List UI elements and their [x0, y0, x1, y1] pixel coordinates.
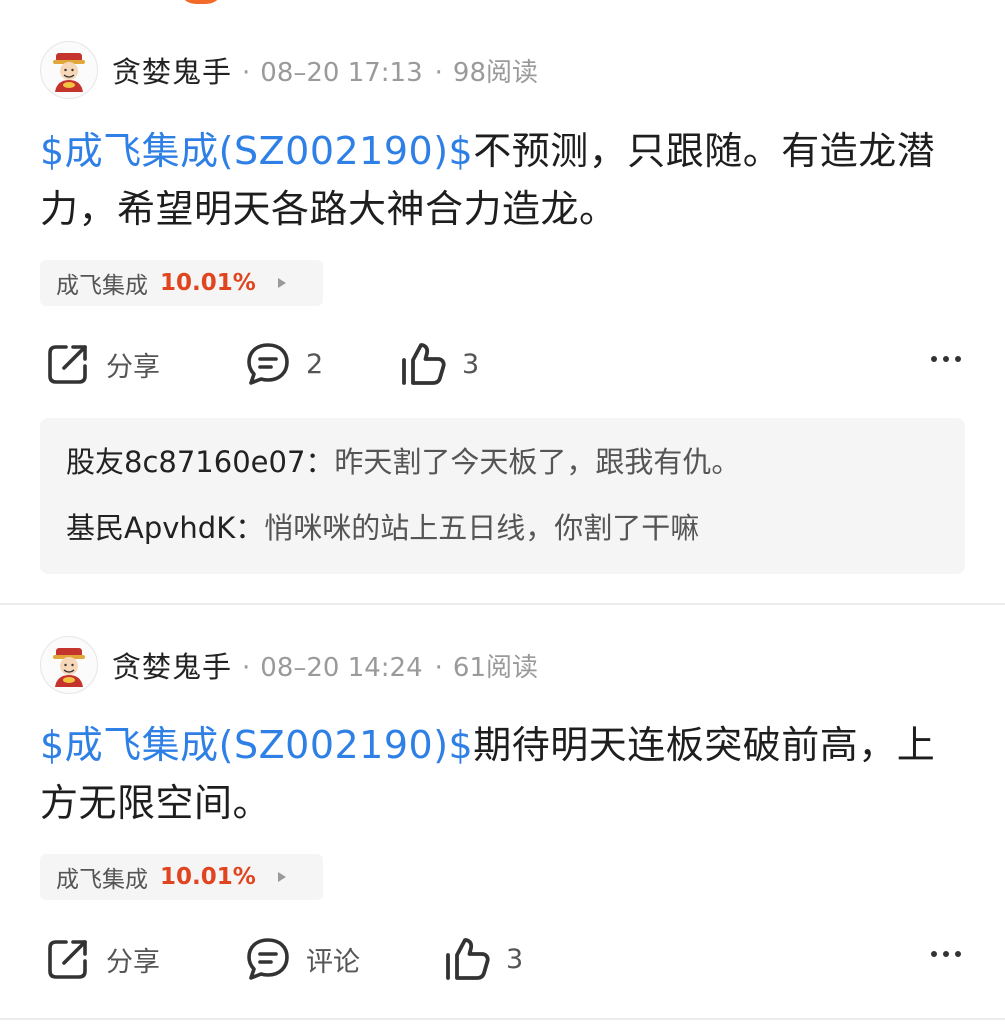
reply-user[interactable]: 基民ApvhdK： — [66, 511, 264, 545]
post-header: 贪婪鬼手 · 08–20 14:24 · 61阅读 — [40, 635, 538, 695]
share-button[interactable]: 分享 — [44, 931, 160, 987]
post-item: 贪婪鬼手 · 08–20 14:24 · 61阅读 $成飞集成(SZ002190)$期… — [0, 605, 1005, 1024]
like-count: 3 — [506, 943, 524, 975]
reply-item[interactable]: 股友8c87160e07：昨天割了今天板了，跟我有仇。 — [66, 440, 939, 484]
comment-button[interactable]: 评论 — [244, 931, 360, 987]
like-button[interactable]: 3 — [444, 931, 523, 987]
comment-label: 评论 — [306, 946, 360, 978]
reply-user[interactable]: 股友8c87160e07： — [66, 445, 334, 479]
read-count: 61阅读 — [452, 652, 539, 683]
comment-icon — [247, 938, 289, 980]
read-count: 98阅读 — [452, 57, 539, 88]
thumbs-up-icon — [446, 938, 490, 980]
more-icon[interactable] — [931, 356, 961, 362]
post-actions: 分享 评论 3 — [0, 931, 1005, 987]
stock-tag[interactable]: 成飞集成 10.01% — [40, 260, 323, 306]
like-button[interactable]: 3 — [400, 336, 479, 392]
post-actions: 分享 2 3 — [0, 336, 1005, 392]
stock-tag-name: 成飞集成 — [56, 867, 148, 893]
caishen-avatar-icon — [53, 648, 85, 687]
reply-preview[interactable]: 股友8c87160e07：昨天割了今天板了，跟我有仇。 基民ApvhdK：悄咪咪… — [40, 418, 965, 574]
stock-link[interactable]: $成飞集成(SZ002190)$ — [40, 129, 473, 173]
more-icon[interactable] — [931, 951, 961, 957]
stock-link[interactable]: $成飞集成(SZ002190)$ — [40, 723, 473, 767]
comment-button[interactable]: 2 — [244, 336, 323, 392]
share-button[interactable]: 分享 — [44, 336, 160, 392]
author-avatar[interactable] — [40, 636, 98, 694]
comment-icon — [247, 343, 289, 385]
share-label: 分享 — [106, 946, 160, 978]
post-divider — [0, 1018, 1005, 1020]
post-item: 贪婪鬼手 · 08–20 17:13 · 98阅读 $成飞集成(SZ002190)$不… — [0, 0, 1005, 600]
play-arrow-icon — [277, 872, 286, 882]
caishen-avatar-icon — [53, 53, 85, 92]
author-name[interactable]: 贪婪鬼手 — [112, 644, 232, 686]
post-meta: · 08–20 14:24 · 61阅读 — [242, 652, 539, 683]
play-arrow-icon — [277, 278, 286, 288]
reply-item[interactable]: 基民ApvhdK：悄咪咪的站上五日线，你割了干嘛 — [66, 506, 939, 550]
comment-count: 2 — [306, 348, 324, 380]
reply-text: 悄咪咪的站上五日线，你割了干嘛 — [264, 511, 700, 545]
stock-tag-change: 10.01% — [160, 864, 256, 890]
post-content[interactable]: $成飞集成(SZ002190)$不预测，只跟随。有造龙潜力，希望明天各路大神合力… — [40, 122, 970, 238]
share-icon — [48, 940, 87, 979]
stock-tag-name: 成飞集成 — [56, 273, 148, 299]
post-date: 08–20 14:24 — [260, 652, 423, 683]
author-avatar[interactable] — [40, 41, 98, 99]
like-count: 3 — [462, 348, 480, 380]
author-name[interactable]: 贪婪鬼手 — [112, 49, 232, 91]
post-header: 贪婪鬼手 · 08–20 17:13 · 98阅读 — [40, 40, 538, 100]
stock-tag[interactable]: 成飞集成 10.01% — [40, 854, 323, 900]
thumbs-up-icon — [402, 343, 446, 385]
post-date: 08–20 17:13 — [260, 57, 423, 88]
post-meta: · 08–20 17:13 · 98阅读 — [242, 57, 539, 88]
post-content[interactable]: $成飞集成(SZ002190)$期待明天连板突破前高，上方无限空间。 — [40, 716, 970, 832]
share-label: 分享 — [106, 351, 160, 383]
stock-tag-change: 10.01% — [160, 270, 256, 296]
share-icon — [48, 345, 87, 384]
reply-text: 昨天割了今天板了，跟我有仇。 — [334, 445, 741, 479]
